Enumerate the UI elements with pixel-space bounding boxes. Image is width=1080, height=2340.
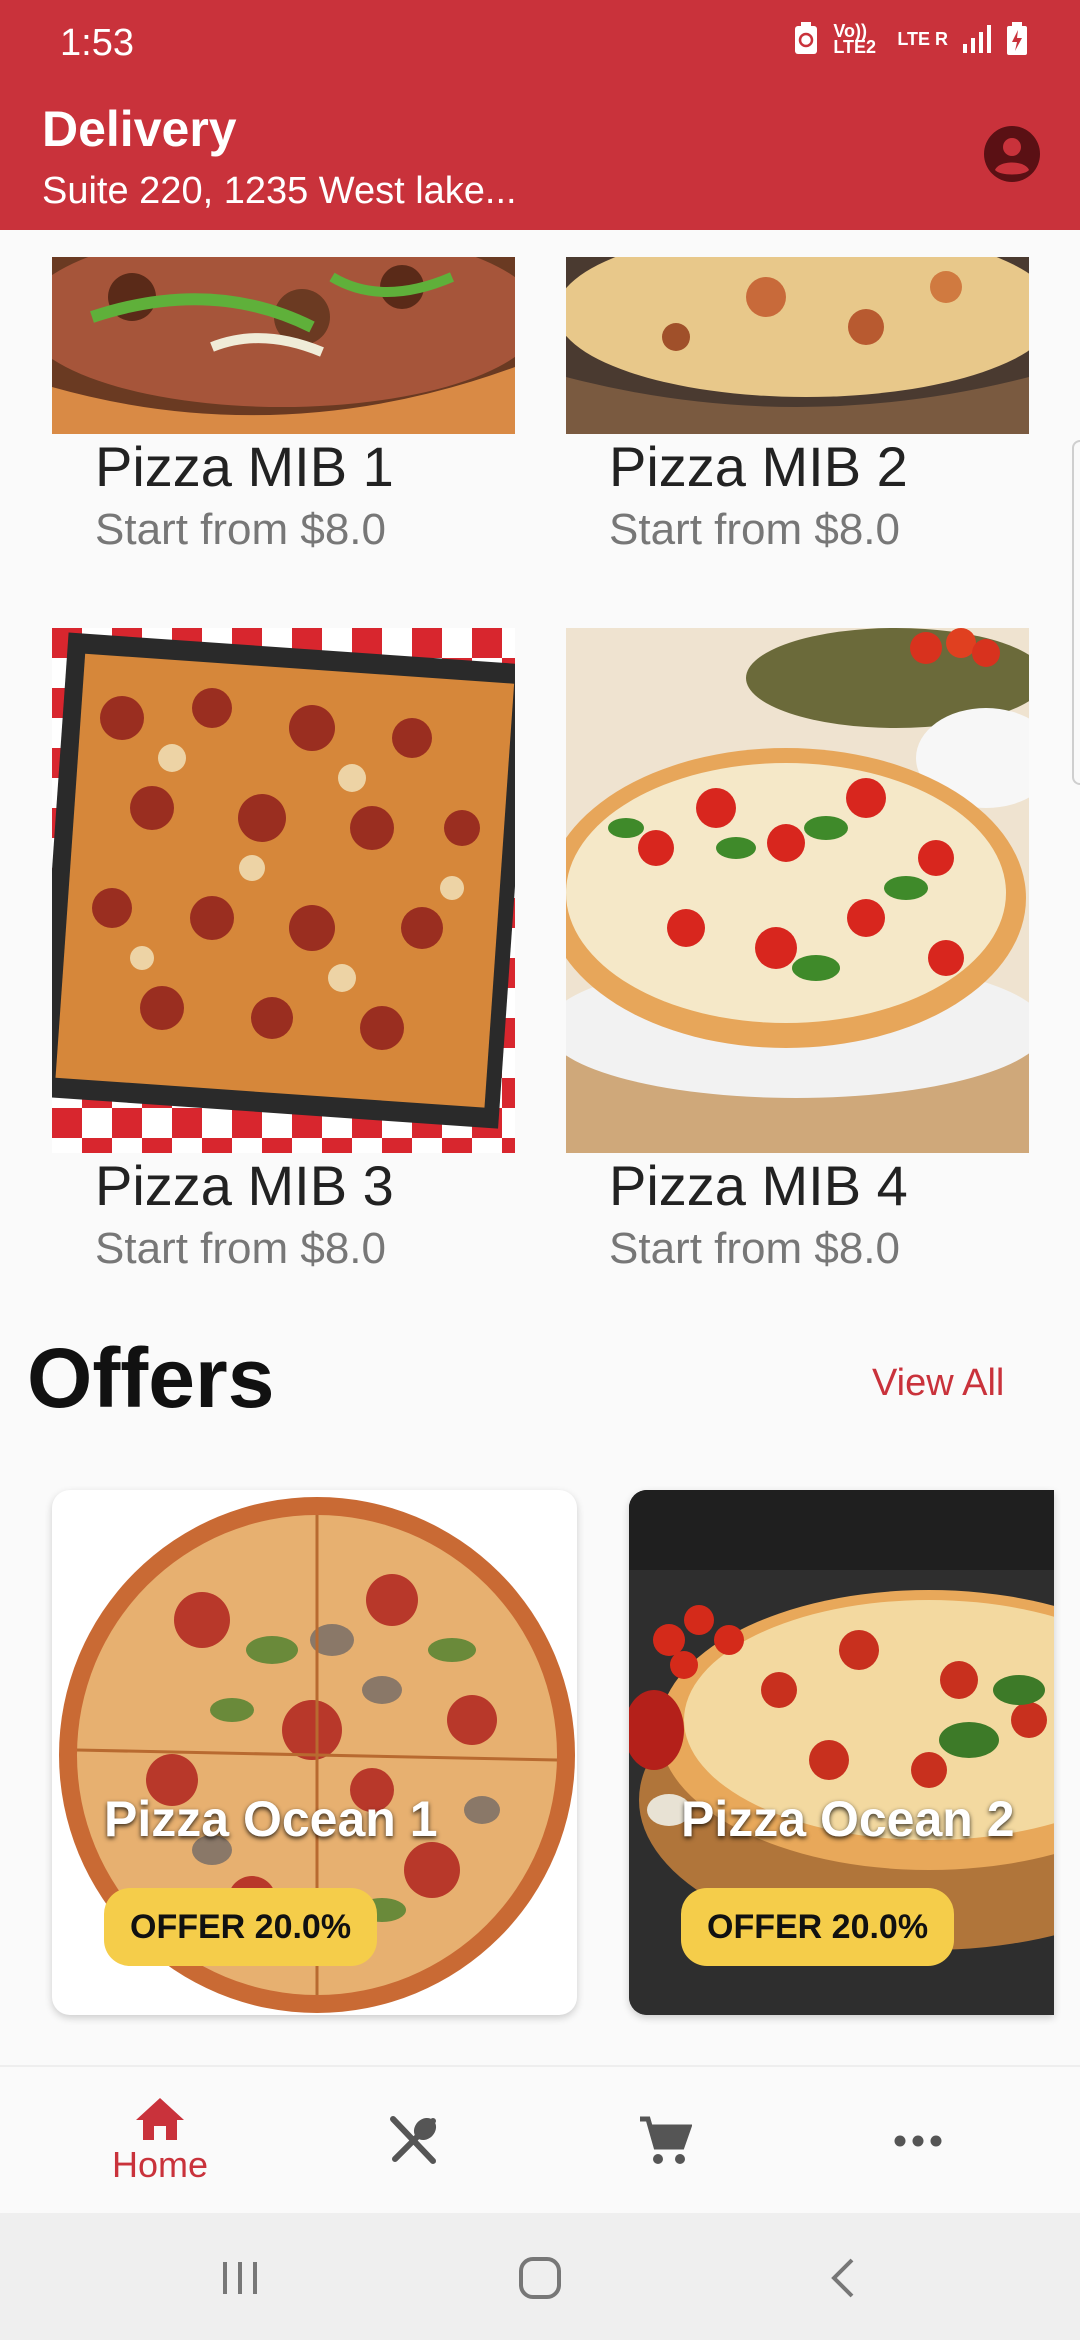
cart-icon	[640, 2116, 692, 2164]
pizza-image	[566, 257, 1029, 434]
pizza-image	[52, 257, 515, 434]
system-navigation-bar	[0, 2213, 1080, 2340]
home-system-button[interactable]	[510, 2253, 570, 2303]
pizza-name: Pizza MIB 2	[609, 435, 908, 498]
pizza-card[interactable]: Pizza MIB 3 Start from $8.0	[52, 628, 515, 1274]
pizza-name: Pizza MIB 3	[95, 1154, 394, 1217]
pizza-name: Pizza MIB 1	[95, 435, 394, 498]
scroll-indicator	[1072, 440, 1080, 785]
nav-home-label: Home	[111, 2144, 209, 2185]
home-circle-icon	[519, 2257, 561, 2299]
battery-saver-icon	[795, 22, 818, 54]
offer-badge: OFFER 20.0%	[681, 1888, 955, 1966]
view-all-link[interactable]: View All	[872, 1362, 1004, 1405]
offers-title: Offers	[27, 1331, 275, 1425]
pizza-card[interactable]: Pizza MIB 4 Start from $8.0	[566, 628, 1029, 1274]
offer-name: Pizza Ocean 2	[681, 1791, 1015, 1847]
nav-menu[interactable]	[313, 2067, 513, 2215]
restaurant-menu-icon	[390, 2116, 437, 2164]
nav-cart[interactable]	[565, 2067, 765, 2215]
volte-indicator: Vo)) LTE2	[833, 21, 876, 57]
offer-name: Pizza Ocean 1	[104, 1791, 438, 1847]
home-content[interactable]: Pizza MIB 1 Start from $8.0 Pizza MIB 2 …	[0, 230, 1080, 2065]
pizza-price: Start from $8.0	[95, 505, 387, 554]
home-icon	[136, 2098, 184, 2140]
recent-apps-button[interactable]	[210, 2253, 270, 2303]
offer-card[interactable]: Pizza Ocean 2 OFFER 20.0%	[629, 1490, 1054, 2015]
pizza-image	[52, 628, 515, 1153]
pizza-card[interactable]: Pizza MIB 2 Start from $8.0	[566, 257, 1029, 555]
battery-charging-icon	[1007, 22, 1027, 55]
back-button[interactable]	[813, 2253, 873, 2303]
offer-card[interactable]: Pizza Ocean 1 OFFER 20.0%	[52, 1490, 577, 2015]
pizza-price: Start from $8.0	[609, 505, 901, 554]
pizza-card[interactable]: Pizza MIB 1 Start from $8.0	[52, 257, 515, 555]
delivery-address[interactable]: Suite 220, 1235 West lake...	[42, 170, 517, 213]
nav-home[interactable]: Home	[60, 2067, 260, 2215]
offer-badge: OFFER 20.0%	[104, 1888, 378, 1966]
bottom-navigation: Home	[0, 2065, 1080, 2213]
account-circle-icon[interactable]	[984, 126, 1040, 182]
nav-more[interactable]	[818, 2067, 1018, 2215]
back-icon	[831, 2258, 854, 2298]
pizza-image	[566, 628, 1029, 1153]
pizza-price: Start from $8.0	[95, 1224, 387, 1273]
signal-icon	[963, 25, 991, 53]
pizza-name: Pizza MIB 4	[609, 1154, 908, 1217]
more-icon	[894, 2135, 942, 2147]
recent-apps-icon	[223, 2262, 257, 2294]
status-icons: Vo)) LTE2 LTE R	[793, 22, 1028, 56]
app-header: 1:53 Vo)) LTE2 LTE R Delivery Suite 220,…	[0, 0, 1080, 230]
status-time: 1:53	[60, 22, 134, 64]
pizza-price: Start from $8.0	[609, 1224, 901, 1273]
page-title: Delivery	[42, 101, 237, 157]
lte-indicator: LTE R	[897, 28, 948, 49]
